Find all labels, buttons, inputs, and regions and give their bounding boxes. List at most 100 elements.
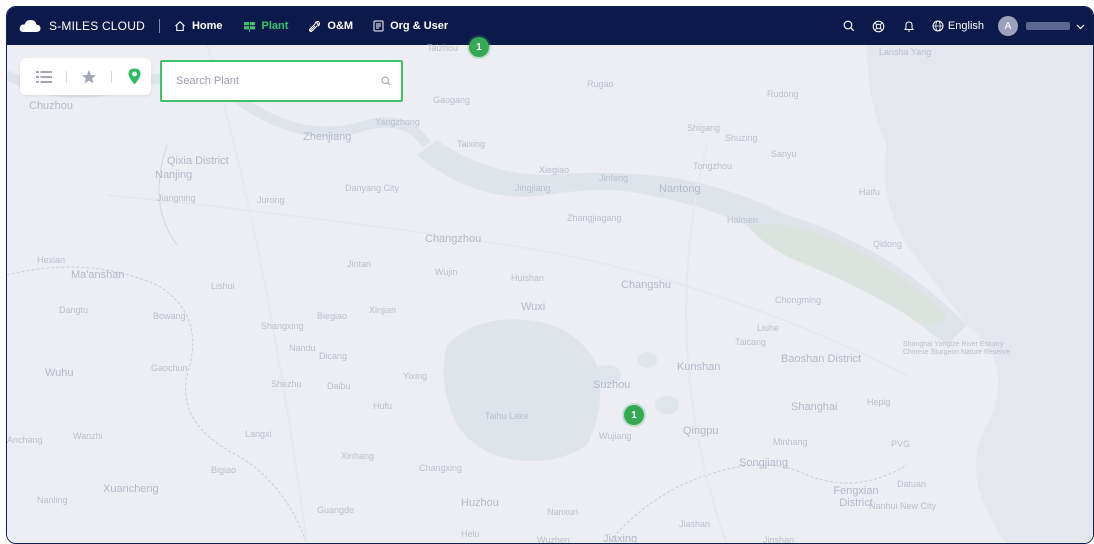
map-label: Bowang [153, 311, 186, 321]
map-label: Guangde [317, 505, 355, 515]
map-label: Nanling [37, 495, 68, 505]
map-label: Shangxing [261, 321, 304, 331]
location-pin-icon [128, 68, 140, 85]
map-label: Wuzhen [537, 535, 570, 544]
map-label: Jurong [257, 195, 285, 205]
map-label: Baoshan District [781, 353, 862, 365]
support-icon[interactable] [870, 17, 888, 35]
map-label: Wujin [435, 267, 458, 277]
wrench-icon [309, 20, 321, 32]
map-label: Qingpu [683, 425, 719, 437]
map-label: Huishan [511, 273, 545, 283]
map-label: Nanhui New City [869, 501, 937, 511]
nav-org-user[interactable]: Org & User [373, 20, 448, 32]
plant-cluster-marker[interactable]: 1 [469, 37, 489, 57]
avatar[interactable]: A [998, 16, 1018, 36]
map-label: Changxing [419, 463, 463, 473]
map-label: Jiaxing [603, 533, 638, 544]
map-label: Shanghai [791, 401, 838, 413]
plant-search-box [160, 60, 403, 102]
nav-home[interactable]: Home [174, 20, 223, 32]
nav-home-label: Home [191, 20, 223, 32]
map-label: Shezhu [271, 379, 302, 389]
map-label: Tongzhou [693, 161, 733, 171]
header-actions: English A [828, 16, 1085, 36]
map-label: Nanxun [547, 507, 579, 517]
list-icon [36, 70, 52, 83]
map-label: Huzhou [461, 497, 499, 509]
map-view-button[interactable] [122, 65, 146, 89]
map-label: Jiashan [679, 519, 711, 529]
nav-om-label: O&M [327, 20, 354, 32]
map-label: Taixing [457, 139, 486, 149]
language-label: English [947, 20, 984, 32]
map-label: Wujiang [599, 431, 632, 441]
map-label: Taihu Lake [485, 411, 529, 421]
map-label: Danyang City [345, 183, 400, 193]
app-window: S-MILES CLOUD Home Plant O&M Org & User … [6, 6, 1094, 544]
map-label: Songjiang [739, 457, 788, 469]
map-label: Shanghai Yangtze River Estuary Chinese S… [903, 341, 1011, 356]
top-navigation-bar: S-MILES CLOUD Home Plant O&M Org & User … [7, 7, 1093, 45]
map-label: Shigang [687, 123, 721, 133]
map-label: Qixia District [167, 155, 229, 167]
map-label: Ma'anshan [71, 269, 125, 281]
nav-plant[interactable]: Plant [243, 20, 288, 32]
language-selector[interactable]: English [932, 20, 984, 32]
search-icon[interactable] [840, 17, 858, 35]
bell-icon[interactable] [900, 17, 918, 35]
map-label: Jinshan [763, 535, 795, 544]
map-label: Dicang [319, 351, 348, 361]
plant-cluster-marker[interactable]: 1 [624, 405, 644, 425]
map-label: Dangtu [59, 305, 89, 315]
map-label: Daibu [327, 381, 351, 391]
map-label: Biegiao [317, 311, 348, 321]
document-icon [373, 20, 384, 32]
map-label: Chuzhou [29, 100, 74, 112]
map-label: Wuhu [45, 367, 74, 379]
plant-icon [243, 22, 255, 32]
map-label: Taizhou [427, 43, 459, 53]
map-label: Datuan [897, 479, 927, 489]
map-label: Hepig [867, 397, 891, 407]
divider [158, 19, 160, 33]
map-label: Changshu [621, 279, 672, 291]
map-label: Xinhang [341, 451, 375, 461]
nav-org-user-label: Org & User [390, 20, 449, 32]
map-label: Taicang [735, 337, 767, 347]
map-canvas[interactable]: Lansha Yang Taizhou Chuzhou Rugao Rudong… [7, 37, 1093, 544]
list-view-button[interactable] [32, 65, 56, 89]
map-label: Langxi [245, 429, 272, 439]
map-label: Bigiao [211, 465, 237, 475]
map-label: Kunshan [677, 361, 721, 373]
map-label: Zhangjiagang [567, 213, 622, 223]
map-label: Xinjian [369, 305, 397, 315]
map-geography [7, 45, 1093, 543]
map-label: Rugao [587, 79, 614, 89]
map-label: Jinfeng [599, 173, 629, 183]
chevron-down-icon[interactable] [1076, 17, 1085, 35]
search-icon[interactable] [381, 76, 391, 86]
divider [66, 70, 67, 83]
brand-name: S-MILES CLOUD [49, 19, 145, 33]
nav-om[interactable]: O&M [308, 20, 353, 33]
map-label: Changzhou [425, 233, 482, 245]
divider [111, 70, 112, 83]
home-icon [175, 21, 185, 32]
map-label: Suzhou [593, 379, 631, 391]
favorites-button[interactable] [77, 65, 101, 89]
map-label: Jiangning [157, 193, 196, 203]
map-label: Nandu [289, 343, 316, 353]
search-input[interactable] [176, 75, 381, 87]
map-label: Jintan [347, 259, 372, 269]
map-label: Nantong [659, 183, 701, 195]
map-label: Helu [461, 529, 480, 539]
star-icon [81, 69, 97, 84]
map-label: Wanzhi [73, 431, 103, 441]
username-redacted [1026, 22, 1070, 30]
map-label: Wuxi [521, 301, 546, 313]
map-label: Minhang [773, 437, 808, 447]
map-label: Shuzing [725, 133, 758, 143]
brand[interactable]: S-MILES CLOUD [19, 19, 145, 33]
map-label: Hexian [37, 255, 66, 265]
